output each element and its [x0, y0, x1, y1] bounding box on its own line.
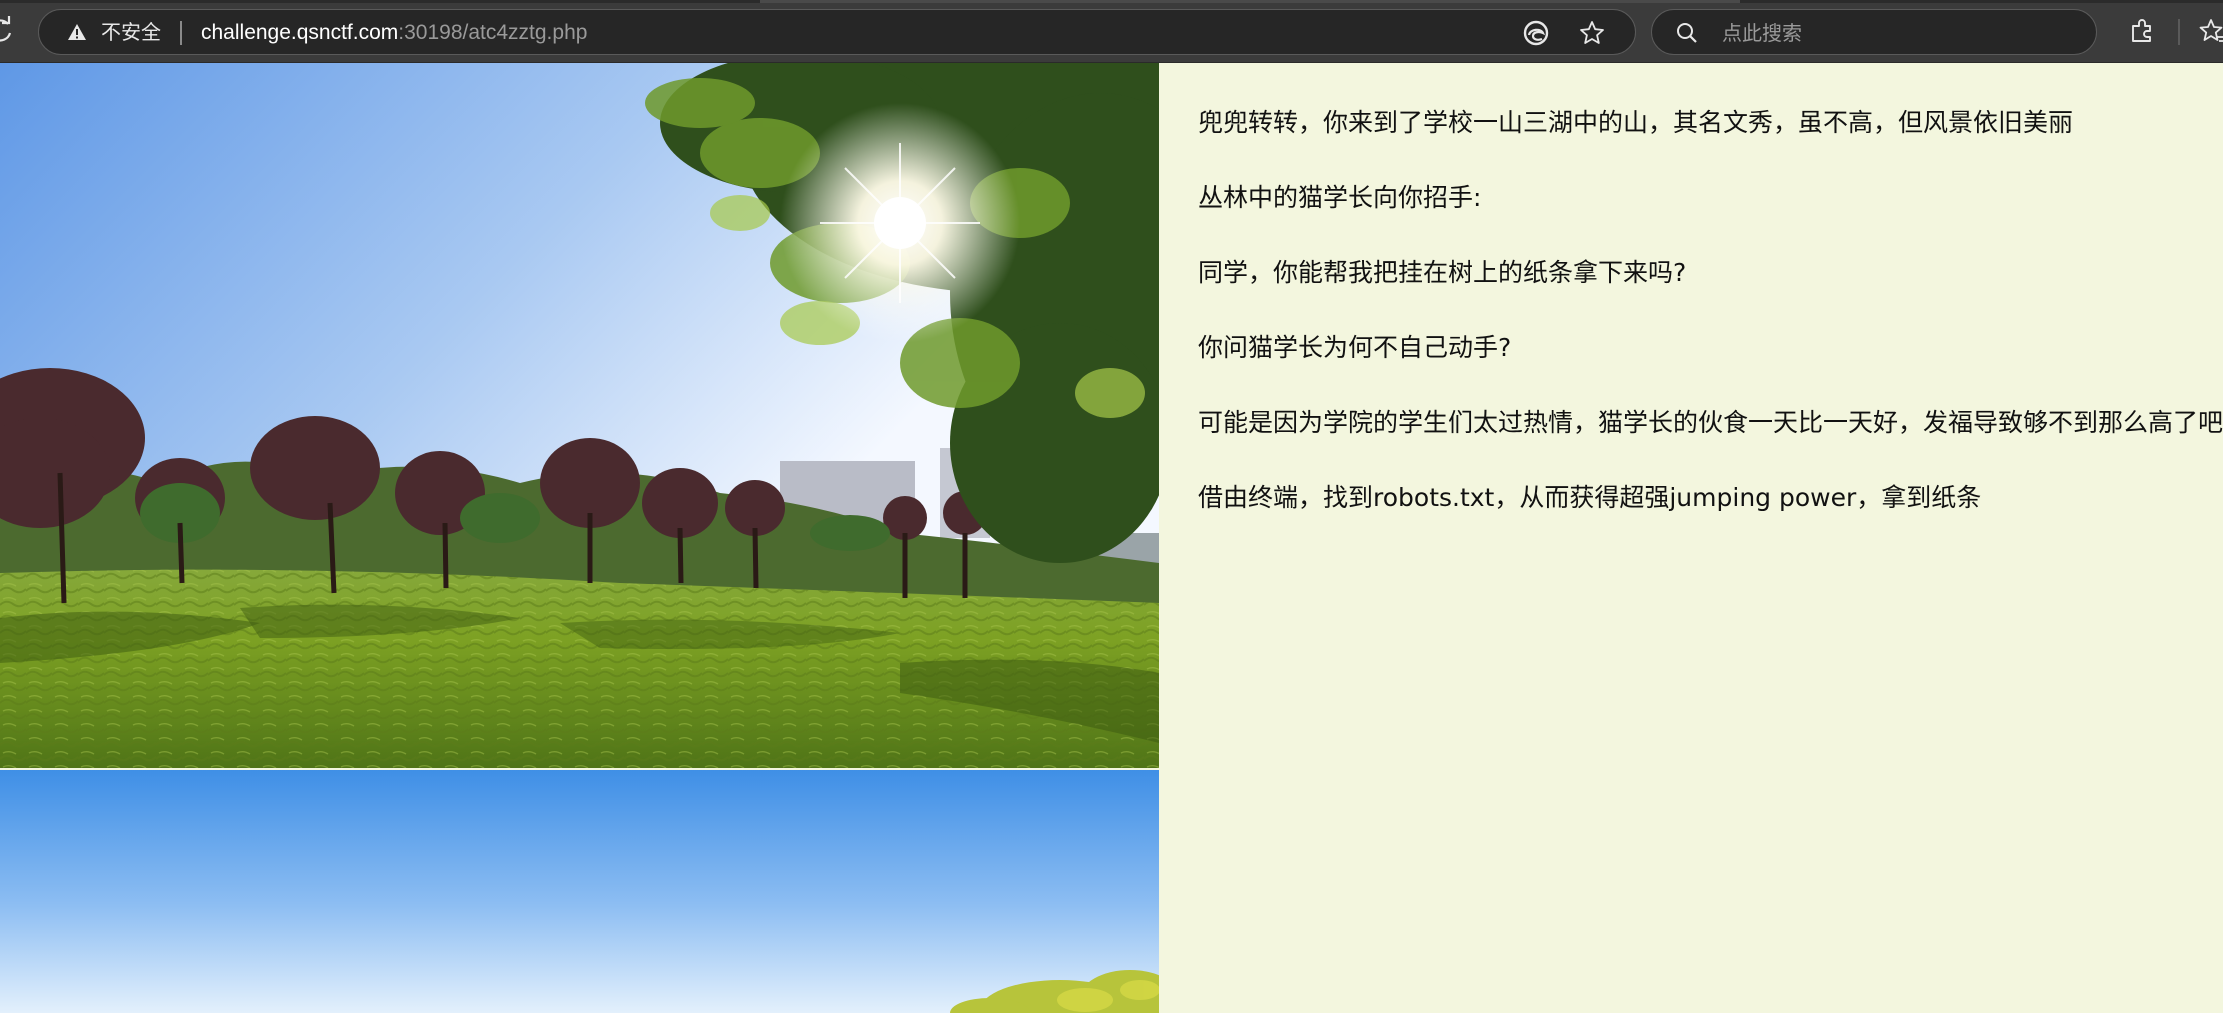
story-text: 兜兜转转，你来到了学校一山三湖中的山，其名文秀，虽不高，但风景依旧美丽 丛林中的…	[1198, 107, 2223, 557]
favorites-icon[interactable]	[2198, 17, 2223, 47]
url-host: challenge.qsnctf.com	[201, 21, 399, 44]
reload-icon[interactable]	[0, 16, 14, 46]
search-placeholder: 点此搜索	[1722, 21, 1802, 45]
story-line: 同学，你能帮我把挂在树上的纸条拿下来吗?	[1198, 258, 1687, 287]
puzzle-icon[interactable]	[2128, 17, 2156, 45]
park-photo	[0, 63, 1159, 768]
page-content: 兜兜转转，你来到了学校一山三湖中的山，其名文秀，虽不高，但风景依旧美丽 丛林中的…	[0, 63, 2223, 1013]
story-line: 兜兜转转，你来到了学校一山三湖中的山，其名文秀，虽不高，但风景依旧美丽	[1198, 108, 2074, 137]
url-path: :30198/atc4zztg.php	[398, 21, 588, 44]
story-line: 可能是因为学院的学生们太过热情，猫学长的伙食一天比一天好，发福导致够不到那么高了…	[1198, 408, 2223, 437]
story-line: 你问猫学长为何不自己动手?	[1198, 333, 1512, 362]
story-line: 丛林中的猫学长向你招手:	[1198, 183, 1482, 212]
browser-toolbar: 不安全 challenge.qsnctf.com:30198/atc4zztg.…	[0, 0, 2223, 63]
address-divider	[180, 21, 182, 45]
sky-photo	[0, 770, 1159, 1013]
search-box[interactable]: 点此搜索	[1651, 9, 2097, 55]
url-text[interactable]: challenge.qsnctf.com:30198/atc4zztg.php	[201, 21, 587, 45]
star-icon[interactable]	[1578, 19, 1606, 47]
toolbar-divider	[2178, 19, 2180, 45]
edge-icon[interactable]	[1523, 20, 1549, 46]
address-bar[interactable]: 不安全 challenge.qsnctf.com:30198/atc4zztg.…	[38, 9, 1636, 55]
security-status-label[interactable]: 不安全	[101, 21, 161, 43]
active-tab-edge[interactable]	[760, 0, 1740, 3]
photo-column	[0, 63, 1159, 1013]
tab-strip	[0, 0, 2223, 3]
warning-icon[interactable]	[67, 23, 87, 41]
story-line: 借由终端，找到robots.txt，从而获得超强jumping power，拿到…	[1198, 483, 1982, 512]
search-icon	[1677, 23, 1697, 43]
